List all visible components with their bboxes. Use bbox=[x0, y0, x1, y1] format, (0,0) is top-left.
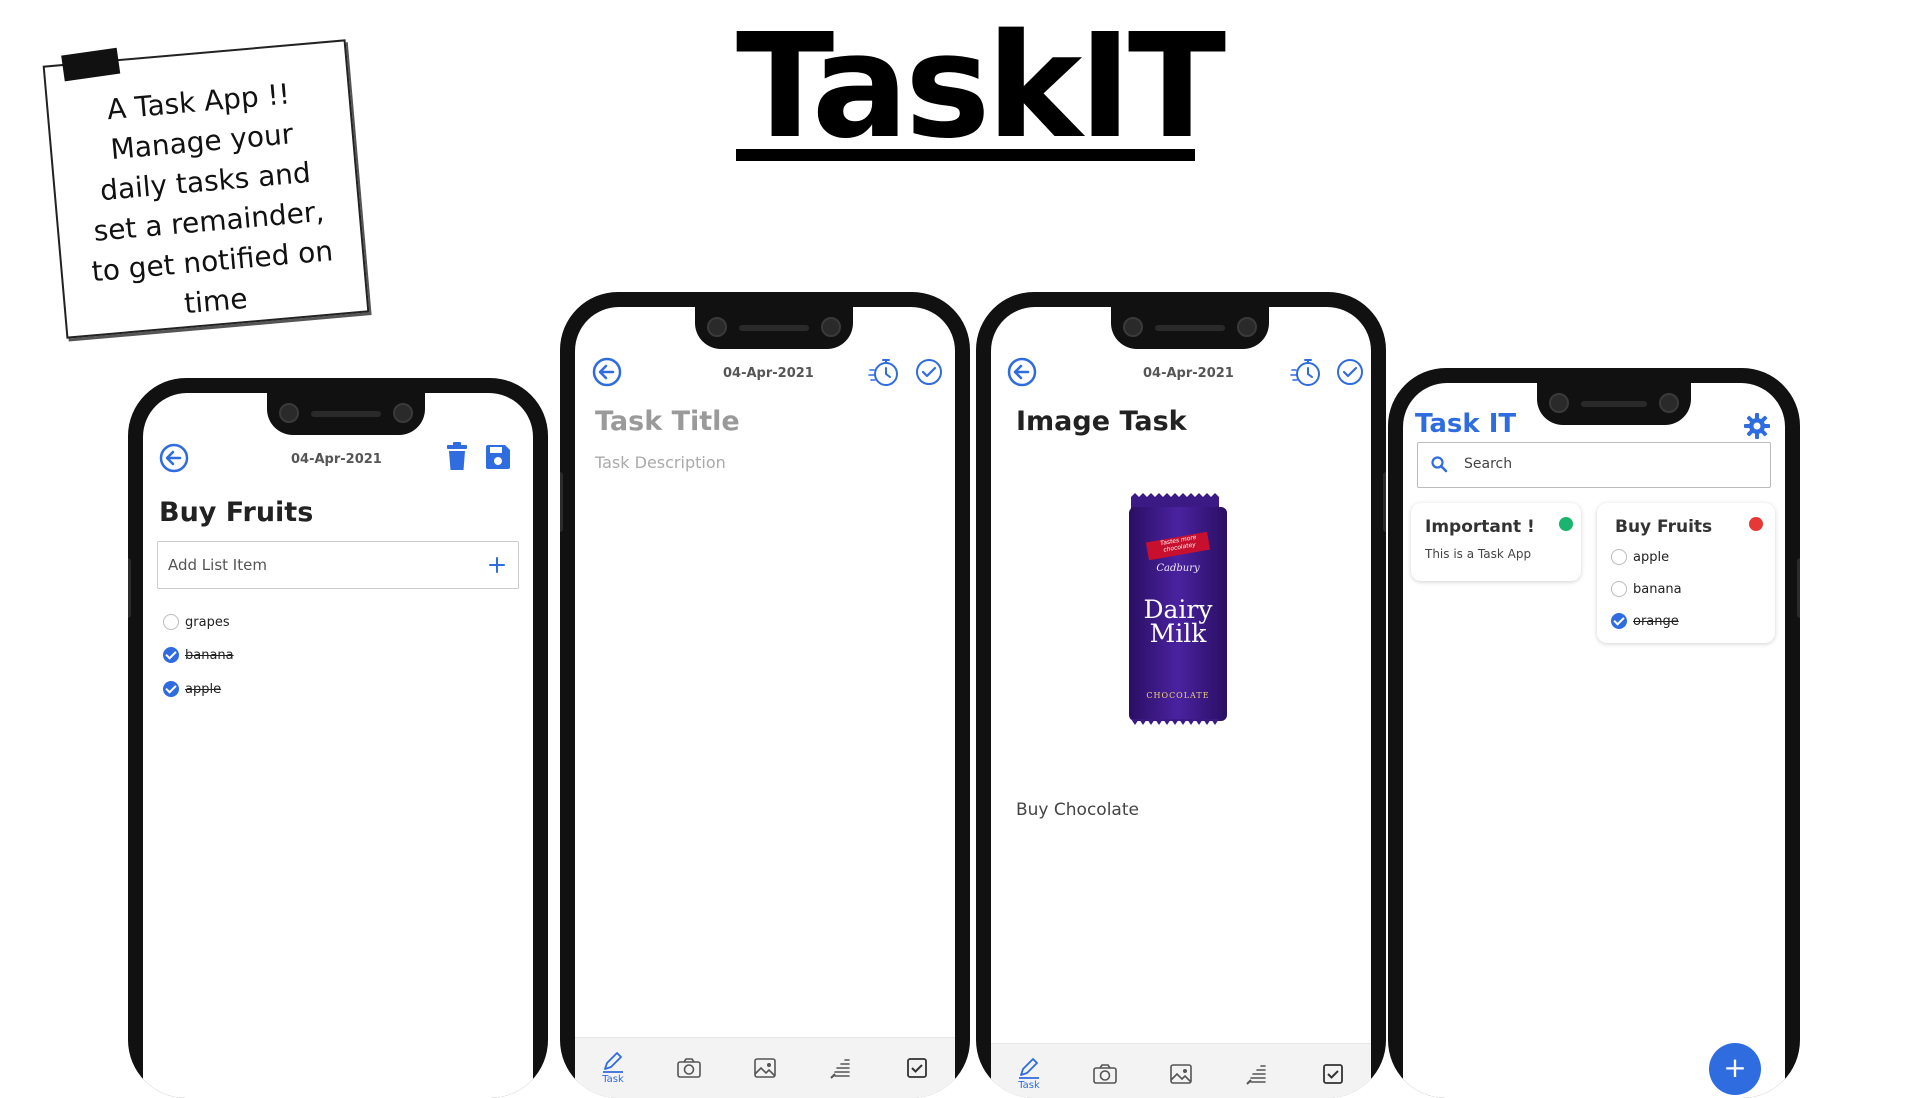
check-circle-icon[interactable] bbox=[1335, 357, 1365, 387]
toolbar-brush-button[interactable] bbox=[1237, 1054, 1277, 1094]
status-dot-green bbox=[1559, 517, 1573, 531]
task-image[interactable]: Tastes more chocolatey Cadbury Dairy Mil… bbox=[1125, 493, 1231, 737]
gear-icon[interactable] bbox=[1743, 412, 1771, 440]
edit-icon bbox=[603, 1051, 623, 1073]
timer-icon[interactable] bbox=[1290, 355, 1324, 389]
list-item-label: grapes bbox=[185, 614, 230, 630]
card-title: Important ! bbox=[1425, 517, 1535, 537]
card-subtitle: This is a Task App bbox=[1425, 547, 1532, 561]
list-item[interactable]: apple bbox=[163, 681, 221, 697]
add-list-item-placeholder: Add List Item bbox=[168, 556, 267, 574]
list-item-label: apple bbox=[185, 681, 222, 697]
list-item[interactable]: orange bbox=[1611, 613, 1679, 629]
chocolate-line2: Milk bbox=[1149, 619, 1207, 648]
search-placeholder: Search bbox=[1464, 456, 1513, 472]
phone-image-task: 04-Apr-2021 Image Task Tastes more choco… bbox=[976, 292, 1386, 1098]
list-item[interactable]: banana bbox=[163, 647, 234, 663]
task-card[interactable]: Buy Fruits apple banana orange bbox=[1597, 503, 1775, 643]
brush-icon bbox=[1246, 1065, 1266, 1085]
search-icon bbox=[1431, 456, 1448, 473]
task-description-input[interactable]: Task Description bbox=[595, 453, 726, 472]
trash-icon[interactable] bbox=[443, 442, 471, 472]
task-date: 04-Apr-2021 bbox=[723, 366, 814, 381]
back-arrow-icon[interactable] bbox=[158, 442, 190, 474]
list-item[interactable]: grapes bbox=[163, 614, 230, 630]
notch bbox=[1537, 383, 1691, 425]
list-item-label: banana bbox=[185, 647, 234, 663]
add-task-fab[interactable]: + bbox=[1709, 1043, 1761, 1095]
task-title: Buy Fruits bbox=[159, 497, 314, 528]
phone-screen: 04-Apr-2021 Task Title Task Description … bbox=[575, 307, 955, 1098]
search-input[interactable]: Search bbox=[1417, 442, 1771, 488]
phone-list-task: 04-Apr-2021 Buy Fruits Add List Item gra… bbox=[128, 378, 548, 1098]
list-item-label: apple bbox=[1633, 549, 1670, 565]
toolbar-camera-button[interactable] bbox=[1085, 1054, 1125, 1094]
task-title-input[interactable]: Task Title bbox=[595, 406, 740, 437]
plus-icon[interactable] bbox=[488, 556, 506, 574]
app-title-heading: TaskIT bbox=[736, 2, 1226, 170]
back-arrow-icon[interactable] bbox=[591, 356, 623, 388]
tape-strip bbox=[61, 47, 121, 82]
save-icon[interactable] bbox=[484, 443, 512, 471]
title-underline bbox=[736, 149, 1195, 161]
phone-screen: Task IT Search Important ! This is a Tas… bbox=[1403, 383, 1785, 1098]
checkbox-unchecked[interactable] bbox=[163, 614, 179, 630]
image-icon bbox=[754, 1058, 776, 1078]
task-title: Image Task bbox=[1016, 406, 1187, 437]
image-icon bbox=[1170, 1064, 1192, 1084]
plus-icon: + bbox=[1723, 1051, 1747, 1084]
list-item-label: orange bbox=[1633, 613, 1679, 629]
list-item-label: banana bbox=[1633, 581, 1682, 597]
checkbox-checked[interactable] bbox=[163, 681, 179, 697]
phone-screen: 04-Apr-2021 Image Task Tastes more choco… bbox=[991, 307, 1371, 1098]
status-dot-red bbox=[1749, 517, 1763, 531]
task-description[interactable]: Buy Chocolate bbox=[1016, 800, 1139, 820]
bottom-toolbar: Task bbox=[575, 1037, 955, 1098]
note-text: A Task App !! Manage your daily tasks an… bbox=[90, 77, 335, 321]
checkbox-unchecked[interactable] bbox=[1611, 549, 1627, 565]
add-list-item-input[interactable]: Add List Item bbox=[157, 541, 519, 589]
checkbox-checked[interactable] bbox=[163, 647, 179, 663]
brush-icon bbox=[830, 1059, 850, 1079]
list-item[interactable]: apple bbox=[1611, 549, 1669, 565]
timer-icon[interactable] bbox=[868, 355, 902, 389]
task-card[interactable]: Important ! This is a Task App bbox=[1411, 503, 1581, 581]
toolbar-checkbox-button[interactable] bbox=[897, 1048, 937, 1088]
notch bbox=[1111, 307, 1269, 349]
phone-home-list: Task IT Search Important ! This is a Tas… bbox=[1388, 368, 1800, 1098]
list-item[interactable]: banana bbox=[1611, 581, 1682, 597]
chocolate-tagline: CHOCOLATE bbox=[1146, 691, 1210, 700]
toolbar-task-label: Task bbox=[602, 1073, 624, 1085]
sticky-note: A Task App !! Manage your daily tasks an… bbox=[42, 39, 370, 339]
app-header-title: Task IT bbox=[1415, 409, 1517, 439]
toolbar-task-button[interactable]: Task bbox=[593, 1048, 633, 1088]
toolbar-camera-button[interactable] bbox=[669, 1048, 709, 1088]
toolbar-image-button[interactable] bbox=[1161, 1054, 1201, 1094]
toolbar-task-label: Task bbox=[1018, 1079, 1040, 1091]
notch bbox=[267, 393, 425, 435]
toolbar-brush-button[interactable] bbox=[821, 1048, 861, 1088]
notch bbox=[695, 307, 853, 349]
toolbar-checkbox-button[interactable] bbox=[1313, 1054, 1353, 1094]
task-date: 04-Apr-2021 bbox=[291, 452, 382, 467]
toolbar-image-button[interactable] bbox=[745, 1048, 785, 1088]
bottom-toolbar: Task bbox=[991, 1043, 1371, 1098]
check-circle-icon[interactable] bbox=[914, 357, 944, 387]
task-date: 04-Apr-2021 bbox=[1143, 366, 1234, 381]
checkbox-icon bbox=[907, 1058, 927, 1078]
checkbox-checked[interactable] bbox=[1611, 613, 1627, 629]
edit-icon bbox=[1019, 1057, 1039, 1079]
chocolate-brand: Cadbury bbox=[1156, 563, 1200, 574]
checkbox-icon bbox=[1323, 1064, 1343, 1084]
camera-icon bbox=[1093, 1064, 1117, 1084]
card-title: Buy Fruits bbox=[1615, 517, 1713, 537]
phone-screen: 04-Apr-2021 Buy Fruits Add List Item gra… bbox=[143, 393, 533, 1098]
checkbox-unchecked[interactable] bbox=[1611, 581, 1627, 597]
back-arrow-icon[interactable] bbox=[1006, 356, 1038, 388]
camera-icon bbox=[677, 1058, 701, 1078]
phone-new-task: 04-Apr-2021 Task Title Task Description … bbox=[560, 292, 970, 1098]
toolbar-task-button[interactable]: Task bbox=[1009, 1054, 1049, 1094]
